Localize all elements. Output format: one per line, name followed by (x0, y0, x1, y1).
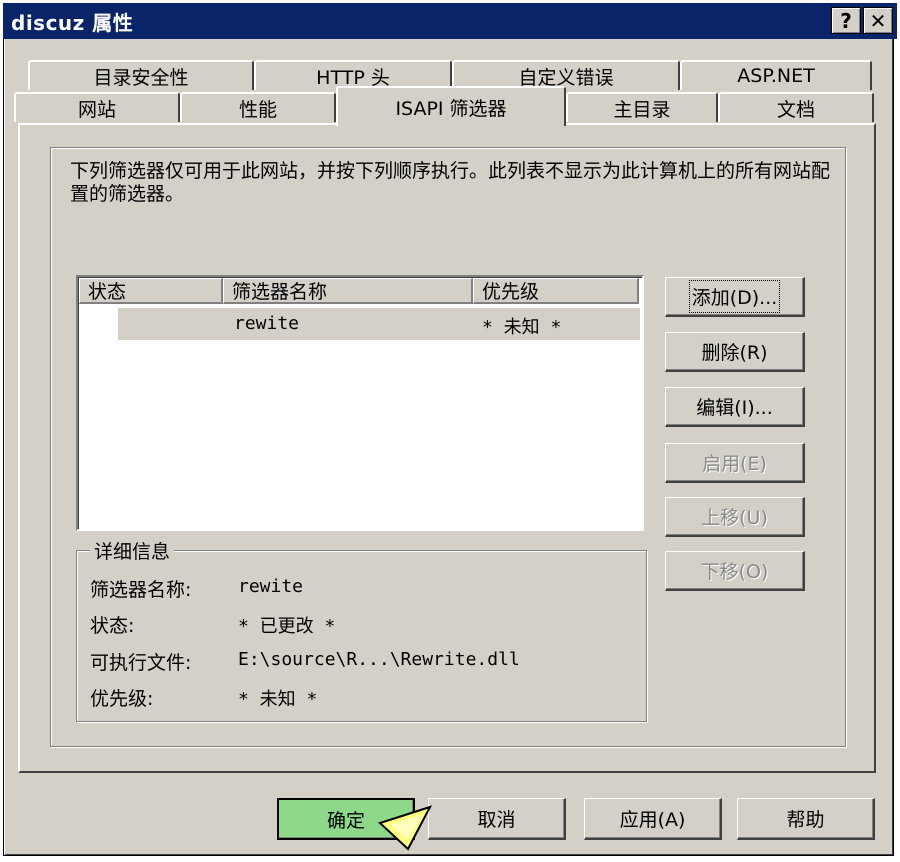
add-button[interactable]: 添加(D)... (665, 277, 805, 317)
move-down-button-label: 下移(O) (700, 561, 769, 583)
tab-isapi-filters[interactable]: ISAPI 筛选器 (336, 86, 566, 126)
window-title: discuz 属性 (11, 10, 134, 35)
column-filter-name[interactable]: 筛选器名称 (223, 278, 473, 304)
tab-performance[interactable]: 性能 (180, 92, 336, 122)
detail-label-executable: 可执行文件: (90, 652, 192, 674)
cancel-button[interactable]: 取消 (428, 798, 566, 840)
edit-button[interactable]: 编辑(I)... (665, 387, 805, 427)
help-title-button[interactable]: ? (831, 7, 861, 34)
move-up-button-label: 上移(U) (701, 507, 768, 529)
enable-button[interactable]: 启用(E) (665, 443, 805, 483)
row-filter-name: rewite (234, 313, 300, 334)
tab-aspnet[interactable]: ASP.NET (680, 60, 872, 90)
list-header: 状态 筛选器名称 优先级 (79, 278, 641, 304)
apply-button[interactable]: 应用(A) (584, 798, 722, 840)
tab-documents[interactable]: 文档 (718, 92, 874, 122)
edit-button-label: 编辑(I)... (696, 397, 773, 419)
description-text: 下列筛选器仅可用于此网站，并按下列顺序执行。此列表不显示为此计算机上的所有网站配… (70, 160, 831, 205)
tab-directory-security[interactable]: 目录安全性 (28, 60, 254, 90)
row-priority: * 未知 * (482, 317, 562, 338)
column-priority[interactable]: 优先级 (473, 278, 639, 304)
column-status[interactable]: 状态 (79, 278, 223, 304)
isapi-filters-panel: 下列筛选器仅可用于此网站，并按下列顺序执行。此列表不显示为此计算机上的所有网站配… (18, 123, 876, 773)
help-button[interactable]: 帮助 (737, 798, 875, 840)
title-bar: discuz 属性 ? ✕ (3, 3, 897, 39)
tab-website[interactable]: 网站 (14, 92, 180, 122)
detail-value-executable: E:\source\R...\Rewrite.dll (238, 649, 520, 670)
remove-button-label: 删除(R) (701, 342, 768, 364)
remove-button[interactable]: 删除(R) (665, 332, 805, 372)
close-button[interactable]: ✕ (863, 7, 893, 34)
move-up-button[interactable]: 上移(U) (665, 497, 805, 537)
detail-value-filter-name: rewite (238, 576, 304, 597)
enable-button-label: 启用(E) (702, 453, 767, 475)
detail-value-status: * 已更改 * (238, 616, 336, 637)
detail-value-priority: * 未知 * (238, 689, 318, 710)
filters-list[interactable]: 状态 筛选器名称 优先级 rewite * 未知 * (76, 275, 644, 531)
detail-label-filter-name: 筛选器名称: (90, 579, 192, 601)
add-button-label: 添加(D)... (688, 280, 781, 313)
details-title: 详细信息 (90, 537, 175, 564)
table-row[interactable]: rewite * 未知 * (118, 308, 640, 340)
detail-label-status: 状态: (90, 615, 135, 637)
pointer-cursor-icon (378, 805, 432, 851)
detail-label-priority: 优先级: (90, 688, 154, 710)
move-down-button[interactable]: 下移(O) (665, 551, 805, 591)
tab-home-directory[interactable]: 主目录 (566, 92, 718, 122)
